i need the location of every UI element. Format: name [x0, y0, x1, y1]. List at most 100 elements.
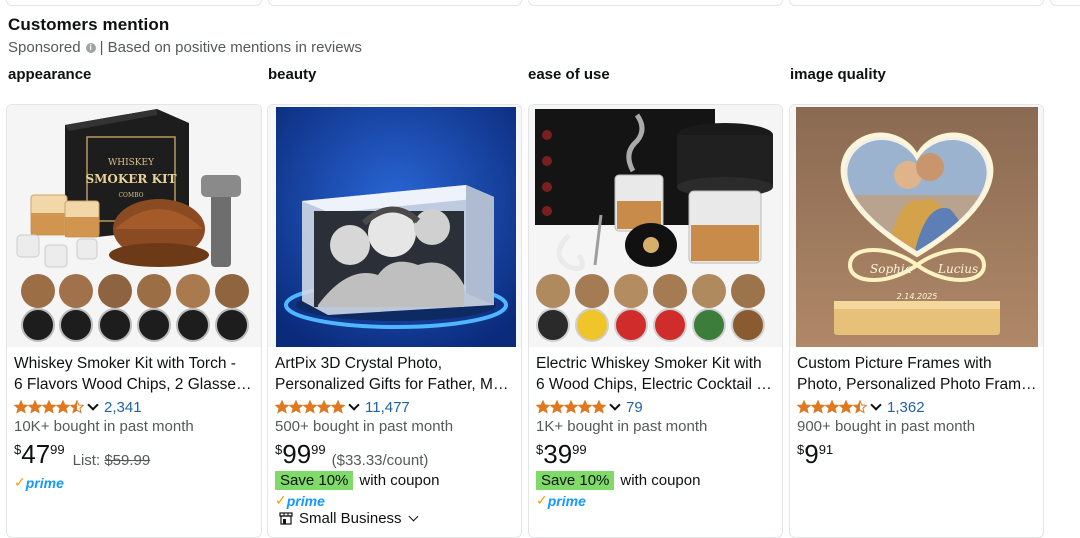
- prime-badge: ✓ prime: [536, 492, 586, 509]
- product-title[interactable]: Electric Whiskey Smoker Kit with 6 Wood …: [536, 353, 776, 395]
- price[interactable]: $ 39 99: [536, 439, 587, 469]
- product-title[interactable]: ArtPix 3D Crystal Photo, Personalized Gi…: [275, 353, 515, 395]
- star-rating[interactable]: [797, 400, 867, 414]
- whiskey-smoker-kit-image[interactable]: WHISKEY SMOKER KIT COMBO: [7, 105, 261, 347]
- chevron-down-icon[interactable]: [408, 511, 418, 522]
- price-fraction: 99: [50, 442, 65, 457]
- coupon-row[interactable]: Save 10% with coupon: [275, 471, 439, 490]
- prime-label: prime: [286, 492, 325, 509]
- product-title-line-2[interactable]: Personalized Gifts for Father, Mother: [275, 374, 515, 395]
- small-business-badge[interactable]: Small Business: [279, 510, 418, 527]
- chevron-down-icon[interactable]: [87, 399, 99, 411]
- svg-text:COMBO: COMBO: [118, 192, 143, 199]
- star-rating[interactable]: [14, 400, 84, 414]
- product-title-line-1[interactable]: ArtPix 3D Crystal Photo,: [275, 353, 515, 374]
- coupon-text: with coupon: [620, 472, 701, 489]
- rating-row[interactable]: 11,477: [275, 398, 410, 416]
- coupon-row[interactable]: Save 10% with coupon: [536, 471, 700, 490]
- chevron-down-icon[interactable]: [348, 399, 360, 411]
- chevron-down-icon[interactable]: [870, 399, 882, 411]
- star-icon: [797, 400, 811, 414]
- electric-smoker-image[interactable]: [529, 105, 782, 347]
- star-icon: [331, 400, 345, 414]
- mention-label-image-quality[interactable]: image quality: [790, 66, 886, 83]
- prime-check-icon: ✓: [536, 492, 548, 508]
- list-price: List: $59.99: [73, 452, 151, 469]
- svg-text:WHISKEY: WHISKEY: [108, 158, 155, 168]
- star-icon: [70, 400, 84, 414]
- price-fraction: 91: [818, 442, 834, 457]
- star-rating[interactable]: [275, 400, 345, 414]
- star-icon: [317, 400, 331, 414]
- star-icon: [578, 400, 592, 414]
- product-title[interactable]: Custom Picture Frames with Photo, Person…: [797, 353, 1037, 395]
- section-title: Customers mention: [8, 15, 170, 34]
- coupon-badge[interactable]: Save 10%: [275, 471, 354, 490]
- rating-count[interactable]: 1,362: [887, 399, 925, 416]
- rating-row[interactable]: 79: [536, 398, 643, 416]
- product-title-line-2[interactable]: 6 Flavors Wood Chips, 2 Glasses, Whiskey…: [14, 374, 254, 395]
- list-label: List:: [72, 452, 101, 469]
- mention-label-appearance[interactable]: appearance: [8, 66, 91, 83]
- lamp-name-right: Lucius: [937, 262, 978, 276]
- rating-count[interactable]: 2,341: [104, 399, 142, 416]
- product-title-line-1[interactable]: Custom Picture Frames with: [797, 353, 1037, 374]
- product-title[interactable]: Whiskey Smoker Kit with Torch - 6 Flavor…: [14, 353, 254, 395]
- crystal-photo-image[interactable]: [268, 105, 521, 347]
- list-price-value: $59.99: [104, 452, 151, 469]
- star-icon: [536, 400, 550, 414]
- mention-label-beauty[interactable]: beauty: [268, 66, 316, 83]
- small-business-label[interactable]: Small Business: [299, 510, 402, 527]
- prime-label: prime: [547, 492, 586, 509]
- star-rating[interactable]: [536, 400, 606, 414]
- product-title-line-2[interactable]: 6 Wood Chips, Electric Cocktail Smoker: [536, 374, 776, 395]
- info-icon[interactable]: i: [85, 42, 96, 53]
- price-symbol: $: [536, 442, 544, 457]
- rating-count[interactable]: 11,477: [365, 399, 410, 416]
- price-whole: 99: [282, 439, 312, 469]
- bought-count: 10K+ bought in past month: [14, 418, 194, 435]
- star-icon: [303, 400, 317, 414]
- heart-photo-lamp-image[interactable]: Sophia Lucius 2.14.2025: [790, 105, 1043, 347]
- star-icon: [592, 400, 606, 414]
- previous-card-edge: [528, 0, 783, 6]
- price-fraction: 99: [572, 442, 587, 457]
- price-fraction: 99: [311, 442, 326, 457]
- based-on-text: | Based on positive mentions in reviews: [99, 39, 362, 56]
- price[interactable]: $ 99 99 ($33.33/count): [275, 439, 428, 469]
- price[interactable]: $ 47 99 List: $59.99: [14, 439, 150, 469]
- product-title-line-1[interactable]: Electric Whiskey Smoker Kit with: [536, 353, 776, 374]
- prime-check-icon: ✓: [14, 474, 26, 490]
- product-card[interactable]: ArtPix 3D Crystal Photo, Personalized Gi…: [267, 104, 522, 538]
- product-card[interactable]: WHISKEY SMOKER KIT COMBO Whiskey Smoker …: [6, 104, 262, 538]
- product-title-line-1[interactable]: Whiskey Smoker Kit with Torch -: [14, 353, 254, 374]
- prime-badge: ✓ prime: [14, 474, 64, 491]
- previous-row-edge: [0, 0, 1080, 6]
- price[interactable]: $ 9 91: [797, 439, 833, 469]
- rating-row[interactable]: 2,341: [14, 398, 142, 416]
- star-icon: [14, 400, 28, 414]
- shop-icon: [279, 512, 293, 525]
- product-card[interactable]: Electric Whiskey Smoker Kit with 6 Wood …: [528, 104, 783, 538]
- product-title-line-2[interactable]: Photo, Personalized Photo Frame Night Li…: [797, 374, 1037, 395]
- previous-card-edge: [1050, 0, 1080, 6]
- prime-check-icon: ✓: [275, 492, 287, 508]
- price-per-count: ($33.33/count): [331, 452, 429, 469]
- bought-count: 500+ bought in past month: [275, 418, 454, 435]
- star-icon: [275, 400, 289, 414]
- svg-text:SMOKER KIT: SMOKER KIT: [85, 172, 176, 186]
- price-symbol: $: [14, 442, 22, 457]
- star-icon: [289, 400, 303, 414]
- previous-card-edge: [789, 0, 1044, 6]
- coupon-badge[interactable]: Save 10%: [536, 471, 615, 490]
- product-card[interactable]: Sophia Lucius 2.14.2025 Custom Picture F…: [789, 104, 1044, 538]
- rating-row[interactable]: 1,362: [797, 398, 925, 416]
- price-whole: 39: [543, 439, 573, 469]
- star-icon: [56, 400, 70, 414]
- lamp-date: 2.14.2025: [897, 292, 938, 301]
- star-icon: [811, 400, 825, 414]
- rating-count[interactable]: 79: [626, 399, 643, 416]
- star-icon: [839, 400, 853, 414]
- mention-label-ease-of-use[interactable]: ease of use: [528, 66, 610, 83]
- chevron-down-icon[interactable]: [609, 399, 621, 411]
